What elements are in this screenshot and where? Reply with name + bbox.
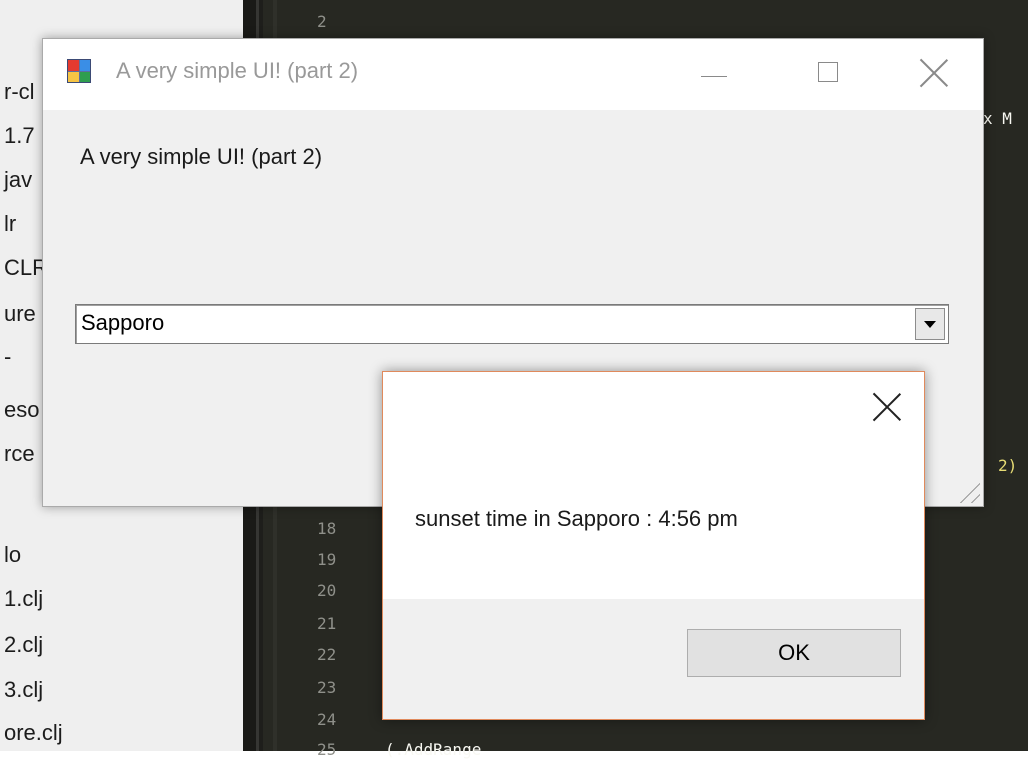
line-number: 18 — [317, 519, 337, 538]
city-select[interactable]: Sapporo — [75, 304, 949, 344]
sidebar-item[interactable]: ure — [4, 297, 36, 331]
code-fragment: 2) — [998, 456, 1018, 475]
dropdown-button[interactable] — [915, 308, 945, 340]
sidebar-item[interactable]: ore.clj — [4, 716, 63, 750]
close-icon — [872, 392, 902, 422]
sidebar-item[interactable]: r-cl — [4, 75, 35, 109]
line-number: 22 — [317, 645, 337, 664]
window-label: A very simple UI! (part 2) — [80, 144, 323, 169]
app-window-icon[interactable] — [67, 59, 91, 83]
maximize-icon — [818, 62, 838, 82]
close-button[interactable] — [901, 39, 979, 110]
sidebar-item[interactable]: lr — [4, 207, 16, 241]
sidebar-item[interactable]: eso — [4, 393, 39, 427]
sidebar-item[interactable]: 2.clj — [4, 628, 43, 662]
code-fragment: x M — [983, 109, 1012, 128]
line-number: 2 — [317, 12, 327, 31]
sidebar-item[interactable]: 1.clj — [4, 582, 43, 616]
line-number: 20 — [317, 581, 337, 600]
message-text: sunset time in Sapporo : 4:56 pm — [415, 506, 738, 531]
line-number: 21 — [317, 614, 337, 633]
sidebar-item[interactable]: jav — [4, 163, 32, 197]
sidebar-item[interactable]: - — [4, 340, 11, 374]
line-number: 19 — [317, 550, 337, 569]
minimize-icon — [701, 76, 727, 77]
resize-grip[interactable] — [950, 473, 980, 503]
sidebar-item[interactable]: 1.7 — [4, 119, 35, 153]
line-number: 24 — [317, 710, 337, 729]
line-number: 25 — [317, 740, 337, 759]
sidebar-item[interactable]: lo — [4, 538, 21, 572]
code-fragment: (.AddRange — [385, 740, 482, 759]
ok-button[interactable]: OK — [687, 629, 901, 677]
close-icon — [919, 58, 949, 88]
sidebar-item[interactable]: rce — [4, 437, 35, 471]
minimize-button[interactable] — [677, 39, 755, 110]
message-box-close-button[interactable] — [864, 382, 910, 428]
city-select-value: Sapporo — [81, 310, 165, 335]
chevron-down-icon — [924, 321, 936, 328]
window-title: A very simple UI! (part 2) — [116, 58, 359, 83]
title-bar[interactable]: A very simple UI! (part 2) — [43, 39, 983, 110]
maximize-button[interactable] — [789, 39, 867, 110]
message-box: sunset time in Sapporo : 4:56 pm OK — [382, 371, 925, 720]
sidebar-item[interactable]: 3.clj — [4, 673, 43, 707]
line-number: 23 — [317, 678, 337, 697]
